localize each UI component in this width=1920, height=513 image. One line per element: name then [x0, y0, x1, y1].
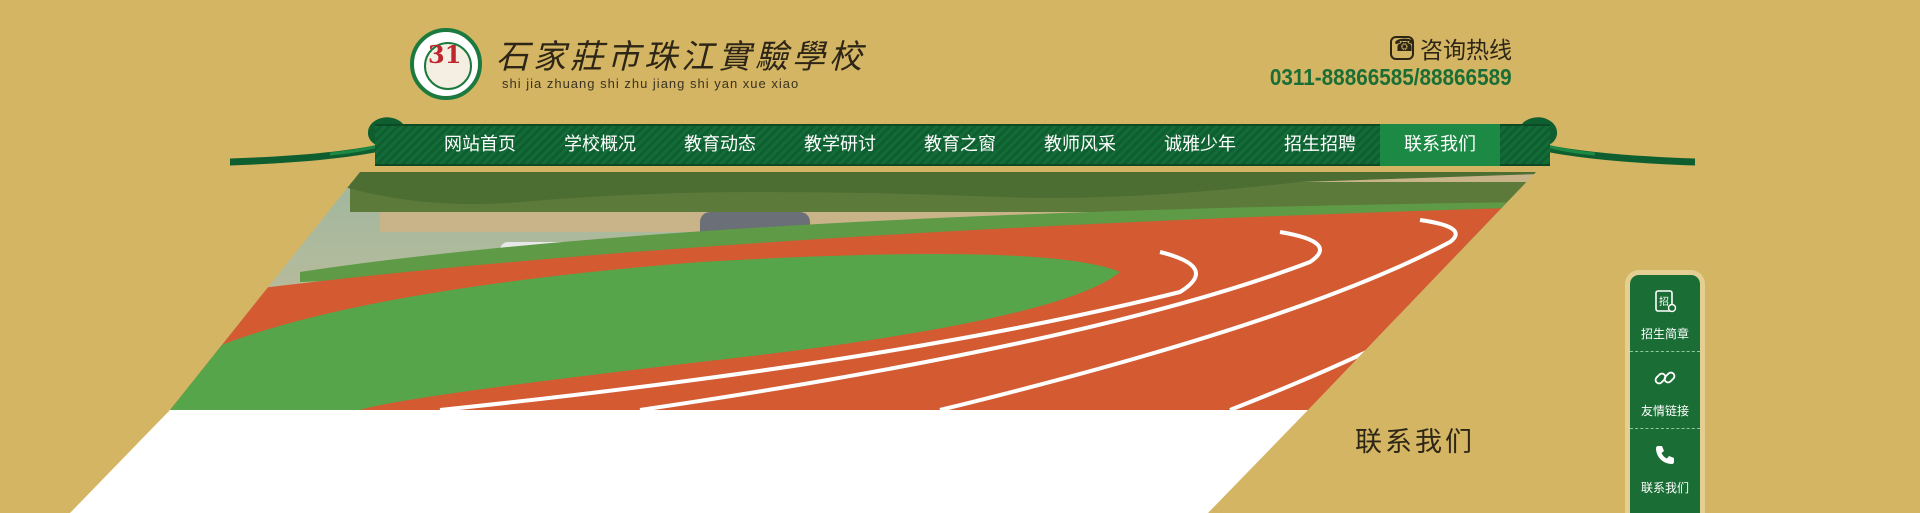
site-header: 31 石家莊市珠江實驗學校 shi jia zhuang shi zhu jia… — [0, 0, 1920, 120]
nav-item-news[interactable]: 教育动态 — [660, 124, 780, 166]
phone-icon — [1656, 446, 1674, 464]
school-emblem: 31 — [410, 28, 482, 100]
section-title: 联系我们 — [1355, 427, 1475, 458]
sidebar-item-contact[interactable]: 联系我们 — [1630, 428, 1700, 505]
nav-item-students[interactable]: 诚雅少年 — [1140, 124, 1260, 166]
hotline-label: 咨询热线 — [1420, 38, 1512, 64]
svg-text:招: 招 — [1659, 295, 1669, 308]
nav-item-window[interactable]: 教育之窗 — [900, 124, 1020, 166]
nav-items: 网站首页 学校概况 教育动态 教学研讨 教育之窗 教师风采 诚雅少年 招生招聘 … — [420, 124, 1500, 166]
hotline-numbers: 0311-88866585/88866589 — [1270, 64, 1512, 90]
sidebar-item-brochure[interactable]: 招 招生简章 — [1630, 275, 1700, 351]
school-name-cn: 石家莊市珠江實驗學校 — [496, 37, 866, 76]
white-content-panel — [70, 410, 1308, 513]
nav-item-home[interactable]: 网站首页 — [420, 124, 540, 166]
school-logo[interactable]: 31 石家莊市珠江實驗學校 shi jia zhuang shi zhu jia… — [410, 28, 862, 100]
sidebar-label-links: 友情链接 — [1640, 404, 1689, 418]
link-icon — [1654, 371, 1676, 385]
sidebar-label-brochure: 招生简章 — [1640, 327, 1689, 341]
school-name-en: shi jia zhuang shi zhu jiang shi yan xue… — [502, 76, 800, 91]
nav-item-research[interactable]: 教学研讨 — [780, 124, 900, 166]
sidebar-label-contact: 联系我们 — [1640, 481, 1689, 495]
emblem-mark: 31 — [428, 40, 462, 69]
sidebar-item-links[interactable]: 友情链接 — [1630, 351, 1700, 428]
nav-item-about[interactable]: 学校概况 — [540, 124, 660, 166]
nav-item-contact[interactable]: 联系我们 — [1380, 124, 1500, 166]
nav-item-recruit[interactable]: 招生招聘 — [1260, 124, 1380, 166]
hotline: 咨询热线 0311-88866585/88866589 — [1240, 34, 1512, 94]
floating-sidebar: 招 招生简章 友情链接 联系我们 — [1625, 270, 1705, 513]
nav-item-teachers[interactable]: 教师风采 — [1020, 124, 1140, 166]
phone-icon — [1390, 36, 1415, 60]
brochure-icon: 招 — [1655, 290, 1677, 313]
main-nav: 网站首页 学校概况 教育动态 教学研讨 教育之窗 教师风采 诚雅少年 招生招聘 … — [230, 114, 1695, 174]
